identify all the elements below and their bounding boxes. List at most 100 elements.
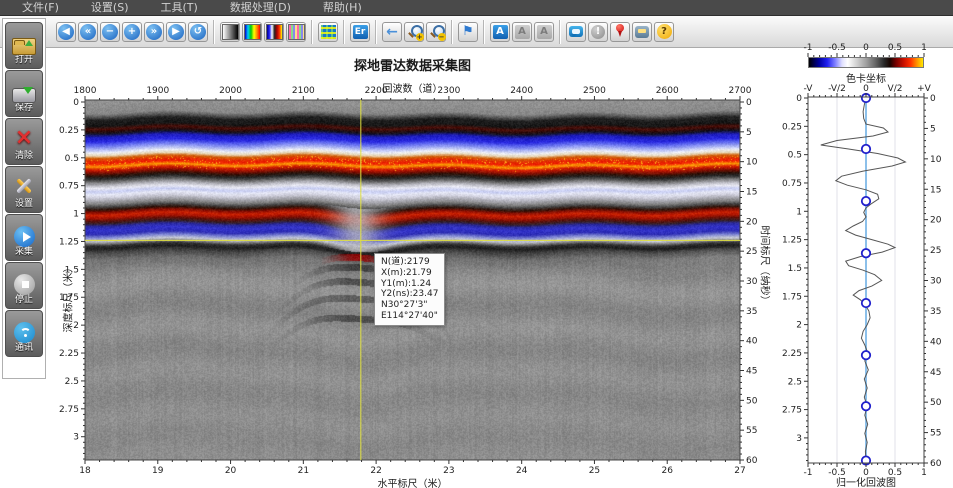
tick-label: 2.25 <box>782 349 802 359</box>
scale-decrease-button[interactable]: − <box>100 22 120 42</box>
menu-tools[interactable]: 工具(T) <box>151 0 208 15</box>
tick-label: 50 <box>746 396 758 406</box>
clear-button[interactable]: ×清除 <box>5 118 43 165</box>
menu-file[interactable]: 文件(F) <box>12 0 69 15</box>
next-trace-button[interactable]: ▶ <box>166 22 186 42</box>
tick-label: 2 <box>796 321 802 331</box>
save-button-label: 保存 <box>15 103 33 113</box>
settings-button-label: 设置 <box>15 199 33 209</box>
undo-view-button[interactable]: ← <box>382 22 402 42</box>
tooltip-line: N(道):2179 <box>381 257 438 268</box>
stop-icon <box>14 274 35 295</box>
waveform-trace <box>821 98 906 461</box>
top-axis-label: 回波数（道） <box>85 80 740 95</box>
tick-label: 60 <box>930 459 942 469</box>
rewind-icon: « <box>80 24 96 40</box>
tick-label: 15 <box>746 188 757 198</box>
tick-label: 1.25 <box>782 236 802 246</box>
prev-trace-button[interactable]: ◀ <box>56 22 76 42</box>
tick-label: 50 <box>930 398 942 408</box>
comm-button[interactable]: 通讯 <box>5 310 43 357</box>
toolbar-separator <box>311 20 313 44</box>
play-icon <box>14 226 35 247</box>
toolbar-separator <box>483 20 485 44</box>
help-button[interactable]: ? <box>654 22 674 42</box>
palette-pastel-button[interactable] <box>286 22 306 42</box>
refresh-button[interactable]: ↺ <box>188 22 208 42</box>
error-correction-button[interactable]: Er <box>350 22 370 42</box>
toolbar-separator <box>451 20 453 44</box>
tick-label: 35 <box>930 307 941 317</box>
device-status-button[interactable] <box>632 22 652 42</box>
gps-location-button[interactable] <box>610 22 630 42</box>
tick-label: 1.25 <box>59 237 79 247</box>
waveform-marker <box>862 249 870 257</box>
toolbar: ◀«−+»▶↺Er←+−⚑AAA!? <box>0 16 953 48</box>
tick-label: 30 <box>746 277 758 287</box>
warning-icon: ! <box>591 25 605 39</box>
undo-view-icon: ← <box>386 25 398 39</box>
cursor-readout-tooltip: N(道):2179X(m):21.79Y1(m):1.24Y2(ns):23.4… <box>374 253 445 326</box>
acquire-button[interactable]: 采集 <box>5 214 43 261</box>
device-status-icon <box>635 26 649 38</box>
rewind-button[interactable]: « <box>78 22 98 42</box>
toolbar-separator <box>343 20 345 44</box>
data-process-button[interactable] <box>318 22 338 42</box>
menu-settings[interactable]: 设置(S) <box>81 0 139 15</box>
waveform-marker <box>862 402 870 410</box>
tick-label: 0 <box>930 94 936 104</box>
tick-label: 0 <box>746 98 752 108</box>
tick-label: 30 <box>930 277 942 287</box>
gain-down-button[interactable]: A <box>534 22 554 42</box>
gain-up-icon: A <box>515 25 530 39</box>
tick-label: 0.5 <box>788 151 802 161</box>
tick-label: 25 <box>930 246 941 256</box>
palette-seismic-icon <box>266 24 283 40</box>
data-process-icon <box>321 25 336 39</box>
flag-marker-button[interactable]: ⚑ <box>458 22 478 42</box>
waveform-marker <box>862 299 870 307</box>
tick-label: 20 <box>930 216 942 226</box>
stop-button[interactable]: 停止 <box>5 262 43 309</box>
scale-increase-button[interactable]: + <box>122 22 142 42</box>
open-button[interactable]: 打开 <box>5 22 43 69</box>
tick-label: 2.75 <box>59 405 79 415</box>
warning-button[interactable]: ! <box>588 22 608 42</box>
tick-label: 2.75 <box>782 406 802 416</box>
tick-label: 45 <box>930 368 941 378</box>
palette-seismic-button[interactable] <box>264 22 284 42</box>
zoom-in-icon: + <box>407 24 422 39</box>
tick-label: 5 <box>746 128 752 138</box>
tick-label: 55 <box>930 429 941 439</box>
message-button[interactable] <box>566 22 586 42</box>
gain-up-button[interactable]: A <box>512 22 532 42</box>
help-icon: ? <box>657 24 672 39</box>
tick-label: +V <box>917 84 932 94</box>
tick-label: 45 <box>746 367 757 377</box>
next-trace-icon: ▶ <box>168 24 184 40</box>
palette-grayscale-button[interactable] <box>220 22 240 42</box>
fast-forward-button[interactable]: » <box>144 22 164 42</box>
menu-help[interactable]: 帮助(H) <box>313 0 372 15</box>
save-button[interactable]: 保存 <box>5 70 43 117</box>
tooltip-line: N30°27'3" <box>381 300 438 311</box>
left-axis-label: 深度标尺（米） <box>60 253 75 343</box>
gain-active-button[interactable]: A <box>490 22 510 42</box>
settings-button[interactable]: 设置 <box>5 166 43 213</box>
waveform-border <box>808 97 924 463</box>
zoom-out-button[interactable]: − <box>426 22 446 42</box>
tick-label: 35 <box>746 307 757 317</box>
tick-label: 20 <box>746 217 758 227</box>
page-title: 探地雷达数据采集图 <box>85 55 740 74</box>
tick-label: 0.5 <box>65 154 79 164</box>
tick-label: 0.25 <box>782 122 802 132</box>
waveform-marker <box>862 94 870 102</box>
palette-grayscale-icon <box>222 24 239 40</box>
menu-data-processing[interactable]: 数据处理(D) <box>220 0 301 15</box>
tick-label: 2.5 <box>65 377 79 387</box>
open-button-label: 打开 <box>15 55 33 65</box>
zoom-in-button[interactable]: + <box>404 22 424 42</box>
palette-rainbow-button[interactable] <box>242 22 262 42</box>
clear-x-icon: × <box>12 127 36 149</box>
scale-increase-icon: + <box>124 24 140 40</box>
